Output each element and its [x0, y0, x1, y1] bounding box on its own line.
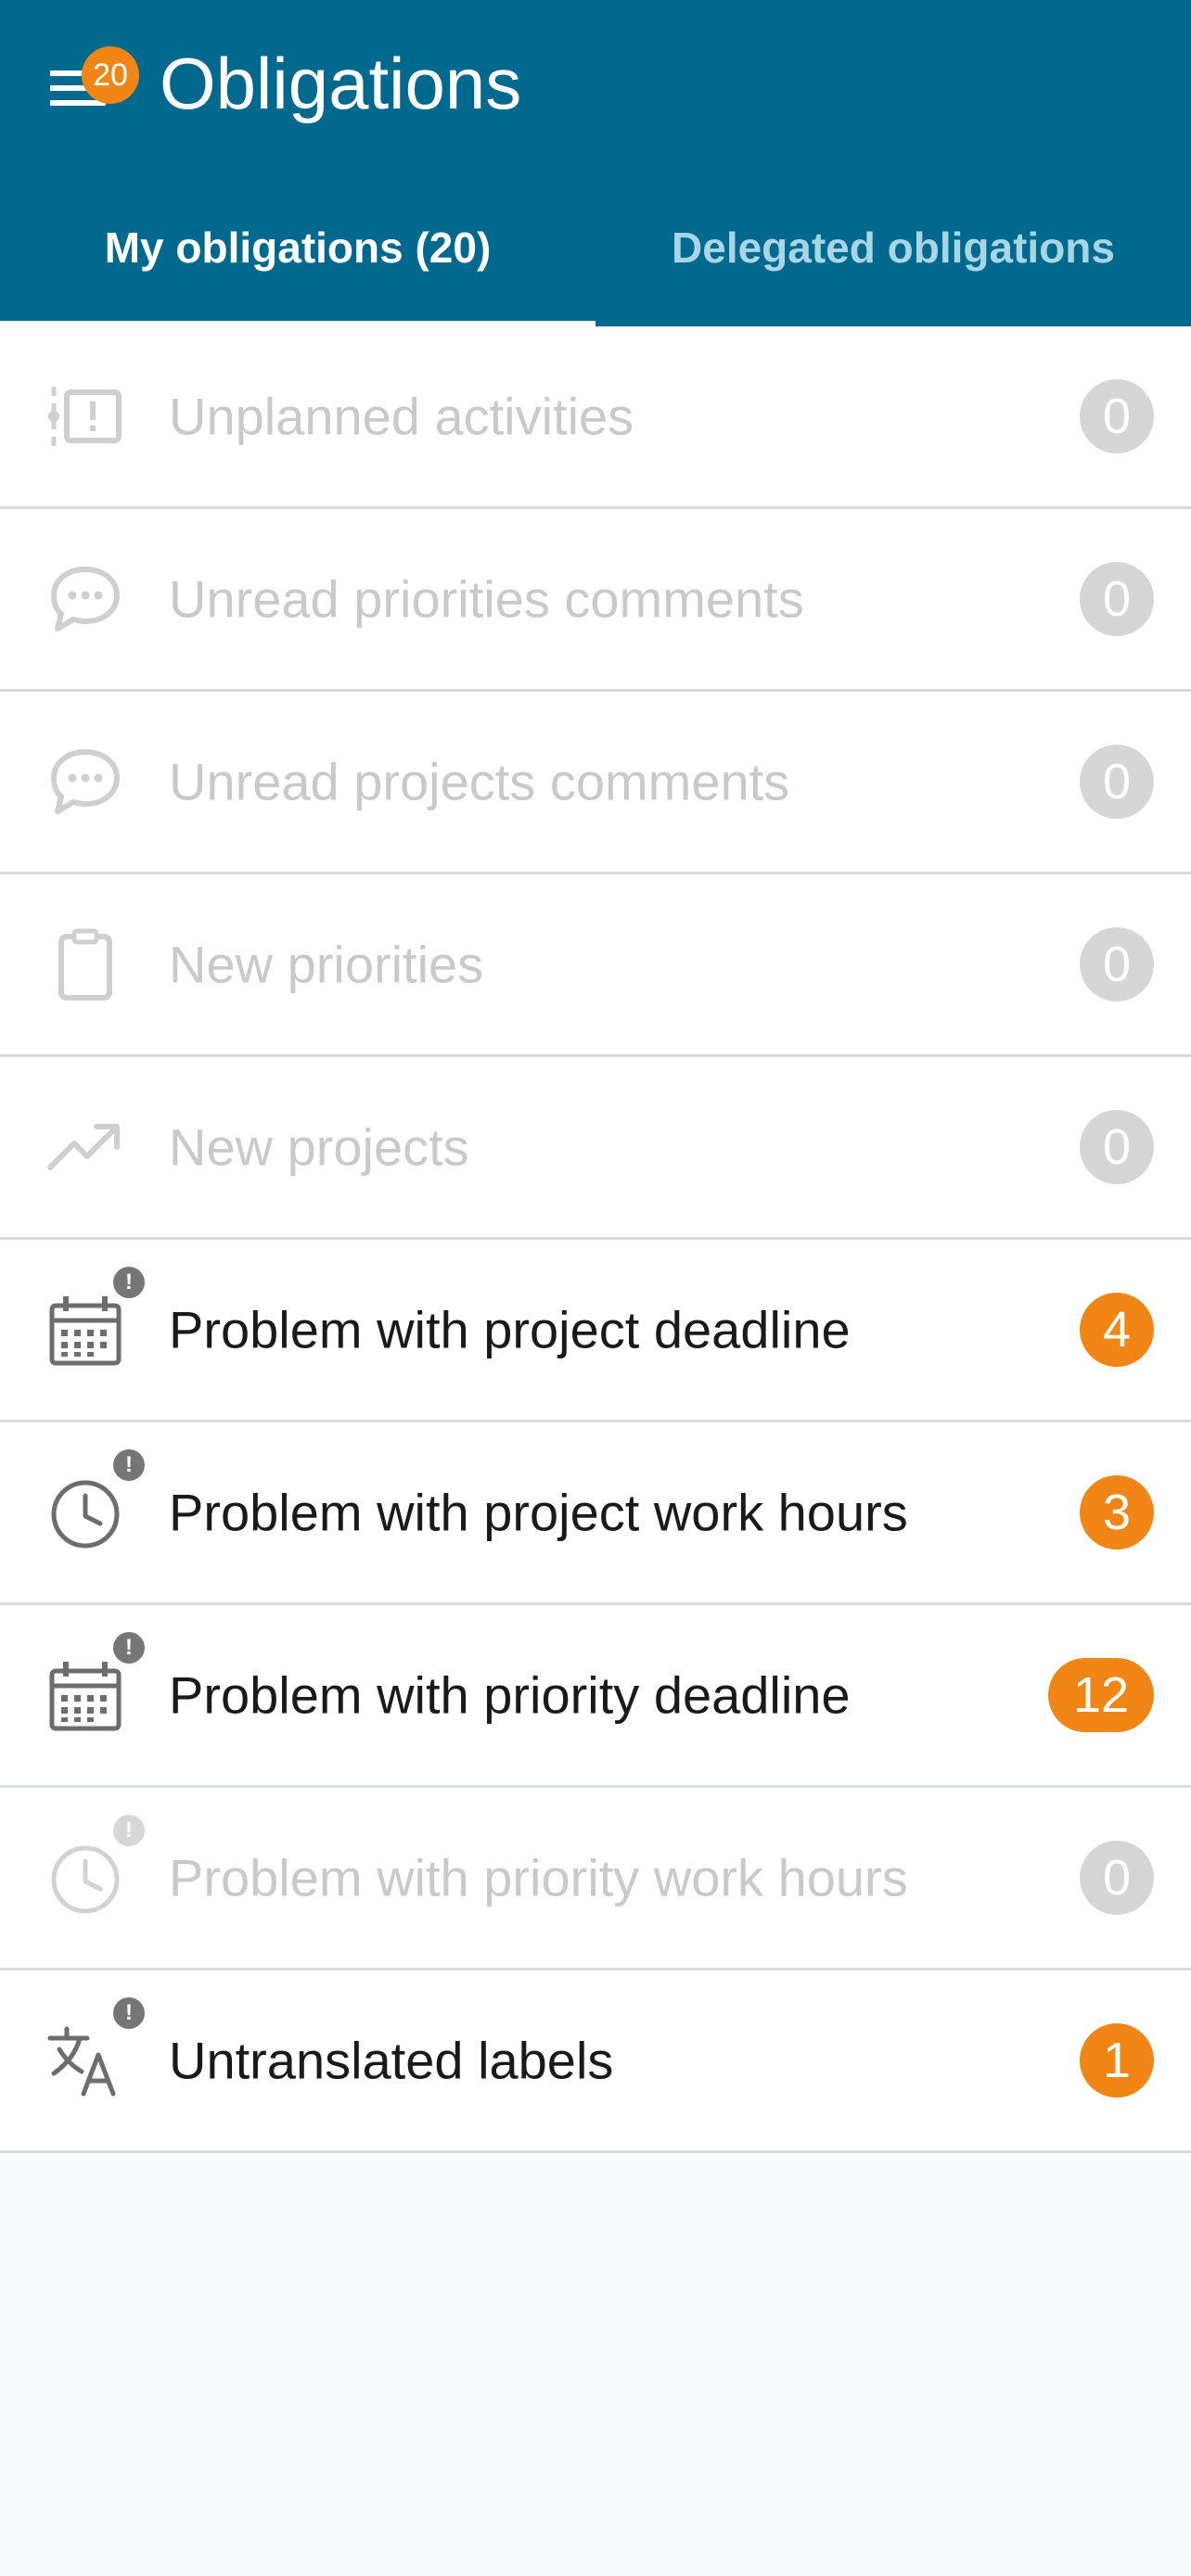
alert-icon: ! [113, 1449, 145, 1481]
count-badge: 0 [1080, 562, 1154, 636]
comment-bubble-icon [46, 560, 124, 638]
list-item-label: Problem with priority deadline [169, 1665, 851, 1725]
clock-icon: ! [46, 1815, 145, 1917]
list-item-label: New projects [169, 1117, 469, 1177]
list-item-problem-project-deadline[interactable]: ! Problem with project deadline 4 [0, 1240, 1191, 1422]
trending-up-icon [46, 1108, 124, 1186]
tab-delegated-obligations[interactable]: Delegated obligations [596, 169, 1191, 326]
list-item-label: New priorities [169, 935, 484, 994]
tab-bar: My obligations (20) Delegated obligation… [0, 169, 1191, 326]
count-badge: 0 [1080, 745, 1154, 819]
count-badge: 1 [1080, 2023, 1154, 2098]
list-item-new-priorities[interactable]: New priorities 0 [0, 874, 1191, 1057]
count-badge: 0 [1080, 379, 1154, 453]
alert-icon: ! [113, 1997, 145, 2029]
alert-icon: ! [113, 1632, 145, 1664]
count-badge: 0 [1080, 927, 1154, 1001]
unplanned-activity-icon [46, 377, 124, 455]
menu-notification-badge: 20 [82, 46, 139, 104]
list-item-untranslated-labels[interactable]: ! Untranslated labels 1 [0, 1970, 1191, 2153]
translate-icon: ! [46, 1997, 145, 2099]
tab-label: My obligations (20) [104, 223, 492, 272]
alert-icon: ! [113, 1267, 145, 1298]
tab-label: Delegated obligations [672, 223, 1115, 272]
list-item-problem-priority-work-hours[interactable]: ! Problem with priority work hours 0 [0, 1788, 1191, 1970]
calendar-icon: ! [46, 1632, 145, 1734]
comment-bubble-icon [46, 743, 124, 821]
list-item-problem-project-work-hours[interactable]: ! Problem with project work hours 3 [0, 1422, 1191, 1605]
list-item-unread-priorities-comments[interactable]: Unread priorities comments 0 [0, 509, 1191, 692]
calendar-icon: ! [46, 1267, 145, 1369]
list-item-label: Unread priorities comments [169, 569, 804, 629]
count-badge: 3 [1080, 1475, 1154, 1549]
page-title: Obligations [160, 43, 522, 124]
list-item-label: Untranslated labels [169, 2031, 614, 2090]
list-item-unplanned-activities[interactable]: Unplanned activities 0 [0, 326, 1191, 509]
list-item-label: Unplanned activities [169, 387, 634, 446]
count-badge: 12 [1048, 1658, 1154, 1732]
clipboard-icon [46, 925, 124, 1003]
list-item-unread-projects-comments[interactable]: Unread projects comments 0 [0, 692, 1191, 874]
list-item-label: Problem with project work hours [169, 1483, 908, 1542]
list-item-label: Unread projects comments [169, 752, 790, 811]
list-item-new-projects[interactable]: New projects 0 [0, 1057, 1191, 1240]
list-item-label: Problem with project deadline [169, 1300, 851, 1359]
count-badge: 4 [1080, 1293, 1154, 1367]
menu-button[interactable]: 20 [35, 46, 139, 121]
alert-icon: ! [113, 1815, 145, 1846]
tab-my-obligations[interactable]: My obligations (20) [0, 169, 596, 326]
obligations-list: Unplanned activities 0 Unread priorities… [0, 326, 1191, 2153]
list-item-label: Problem with priority work hours [169, 1848, 908, 1907]
clock-icon: ! [46, 1449, 145, 1551]
list-item-problem-priority-deadline[interactable]: ! Problem with priority deadline 12 [0, 1605, 1191, 1788]
count-badge: 0 [1080, 1110, 1154, 1184]
count-badge: 0 [1080, 1841, 1154, 1915]
app: 20 Obligations My obligations (20) Deleg… [0, 0, 1191, 2576]
top-app-bar: 20 Obligations [0, 0, 1191, 169]
